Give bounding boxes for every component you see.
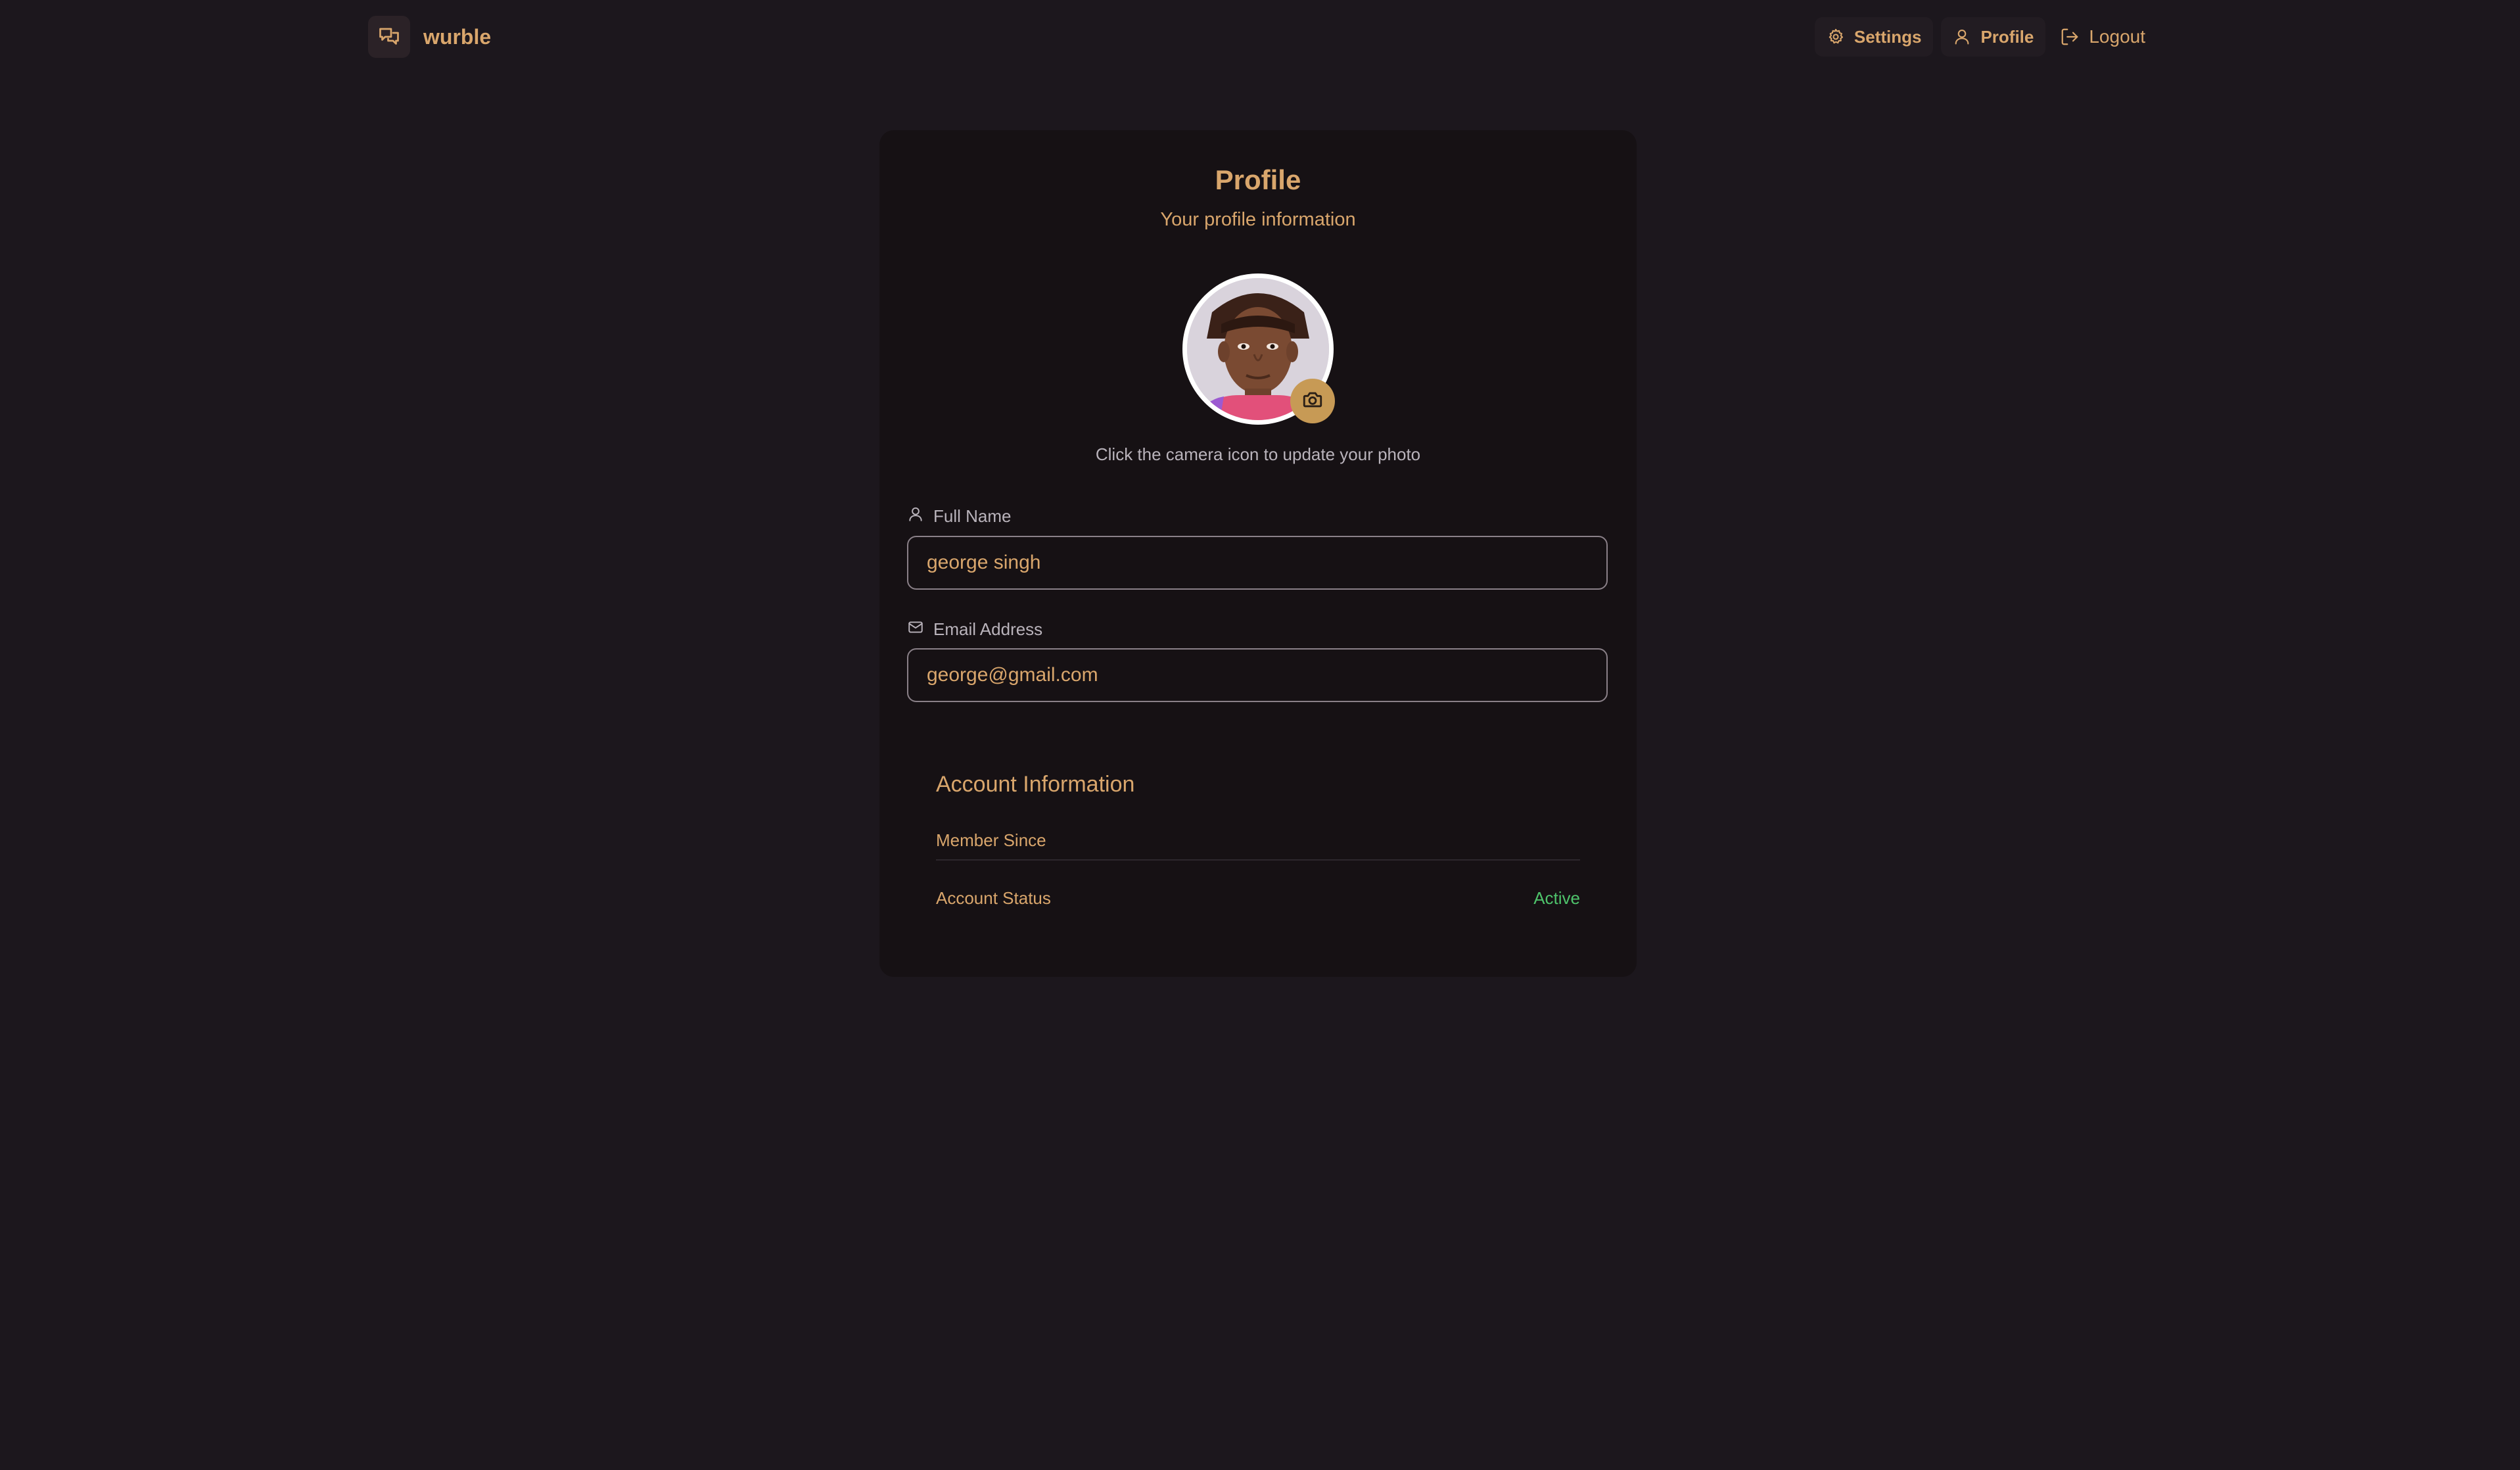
account-information-title: Account Information xyxy=(936,772,1135,797)
full-name-field[interactable] xyxy=(907,536,1608,590)
page-title: Profile xyxy=(1215,164,1301,195)
gear-icon xyxy=(1827,28,1845,46)
full-name-label-text: Full Name xyxy=(933,506,1012,526)
brand-name: wurble xyxy=(423,24,492,49)
avatar-hint: Click the camera icon to update your pho… xyxy=(1095,444,1421,464)
email-field[interactable] xyxy=(907,648,1608,702)
logout-button[interactable]: Logout xyxy=(2053,17,2152,57)
page-subtitle: Your profile information xyxy=(1160,209,1356,230)
profile-button[interactable]: Profile xyxy=(1941,17,2046,57)
email-label-text: Email Address xyxy=(933,619,1043,639)
avatar-container xyxy=(1182,273,1335,425)
settings-button[interactable]: Settings xyxy=(1814,17,1934,57)
account-status-row: Account Status Active xyxy=(936,878,1580,918)
email-label: Email Address xyxy=(907,618,1042,640)
member-since-label: Member Since xyxy=(936,830,1046,850)
top-navigation-bar: wurble Settings Profile Logout xyxy=(0,0,2520,74)
chat-bubbles-icon xyxy=(368,16,410,58)
settings-label: Settings xyxy=(1854,26,1922,47)
account-status-label: Account Status xyxy=(936,888,1051,908)
mail-icon xyxy=(907,619,924,640)
camera-upload-button[interactable] xyxy=(1290,379,1335,423)
header-nav: Settings Profile Logout xyxy=(1814,16,2152,58)
camera-icon xyxy=(1301,389,1324,414)
brand[interactable]: wurble xyxy=(368,16,491,58)
user-icon xyxy=(907,506,924,527)
profile-card: Profile Your profile information Click t… xyxy=(879,130,1637,977)
logout-icon xyxy=(2060,27,2080,47)
user-icon xyxy=(1953,28,1971,46)
status-badge: Active xyxy=(1533,888,1580,908)
member-since-row: Member Since xyxy=(936,821,1580,861)
full-name-label: Full Name xyxy=(907,505,1011,527)
profile-label: Profile xyxy=(1980,26,2034,47)
logout-label: Logout xyxy=(2089,26,2145,47)
